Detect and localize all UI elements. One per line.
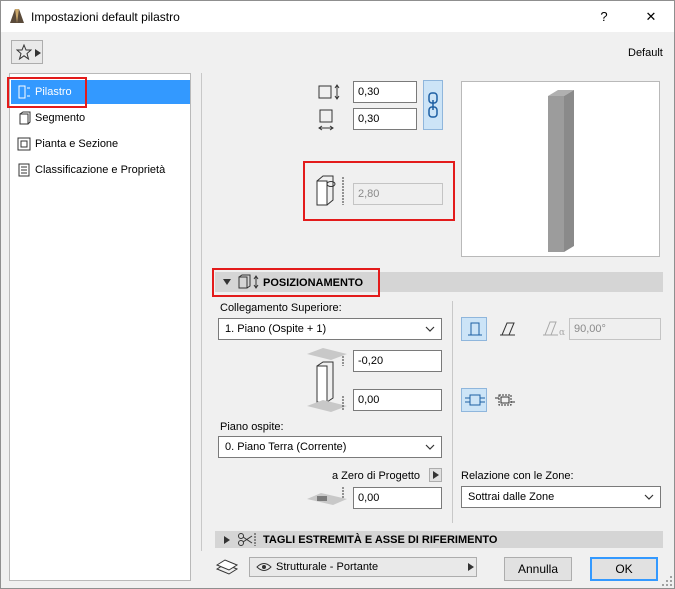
chevron-right-icon xyxy=(468,563,474,571)
project-zero-menu-button[interactable] xyxy=(429,468,442,482)
chevron-right-icon xyxy=(433,471,439,479)
column-preview-image xyxy=(548,90,574,252)
core-only-toggle[interactable] xyxy=(461,388,487,412)
project-zero-label: a Zero di Progetto xyxy=(332,470,421,482)
sidebar-item-label: Segmento xyxy=(35,112,86,124)
sidebar-item-label: Pianta e Sezione xyxy=(35,138,119,150)
segment-icon xyxy=(19,111,31,125)
top-link-value: 1. Piano (Ospite + 1) xyxy=(225,323,327,335)
layer-icon xyxy=(215,559,239,575)
elevation-reference-icon xyxy=(307,487,347,505)
column-depth-field[interactable]: 0,30 xyxy=(353,108,417,130)
slanted-column-icon xyxy=(500,322,515,336)
core-priority-icon xyxy=(465,394,485,406)
straight-column-icon xyxy=(468,322,482,336)
straight-column-toggle[interactable] xyxy=(461,317,487,341)
zone-relation-label: Relazione con le Zone: xyxy=(461,470,574,482)
zone-relation-value: Sottrai dalle Zone xyxy=(468,491,555,503)
veneer-wrap-icon xyxy=(495,394,515,406)
zone-relation-dropdown[interactable]: Sottrai dalle Zone xyxy=(461,486,661,508)
archicad-app-icon xyxy=(10,9,24,23)
column-width-field[interactable]: 0,30 xyxy=(353,81,417,103)
star-icon xyxy=(16,44,32,60)
highlight-box-pilastro xyxy=(7,77,87,108)
window-title: Impostazioni default pilastro xyxy=(31,10,180,24)
veneer-wrap-button[interactable] xyxy=(493,389,517,411)
svg-text:α: α xyxy=(559,328,565,337)
highlight-box-positioning xyxy=(212,268,380,297)
preset-label: Default xyxy=(628,47,663,59)
column-offset-icon xyxy=(307,348,347,412)
plan-section-icon xyxy=(17,137,31,151)
dialog-window: Impostazioni default pilastro ? ✕ Defaul… xyxy=(0,0,675,589)
project-zero-field[interactable]: 0,00 xyxy=(353,487,442,509)
chevron-right-icon xyxy=(224,536,230,544)
home-story-dropdown[interactable]: 0. Piano Terra (Corrente) xyxy=(218,436,442,458)
sidebar-item-label: Classificazione e Proprietà xyxy=(35,164,166,176)
scissors-icon xyxy=(238,533,256,546)
column-divider xyxy=(452,301,453,523)
top-link-dropdown[interactable]: 1. Piano (Ospite + 1) xyxy=(218,318,442,340)
home-story-value: 0. Piano Terra (Corrente) xyxy=(225,441,347,453)
sidebar-item-segmento[interactable]: Segmento xyxy=(11,106,190,130)
cut-section-title: TAGLI ESTREMITÀ E ASSE DI RIFERIMENTO xyxy=(263,534,498,546)
chevron-right-icon xyxy=(35,49,41,57)
sidebar: Pilastro Segmento Pianta e Sezione Class… xyxy=(9,73,191,581)
chevron-down-icon xyxy=(425,326,435,332)
cancel-button[interactable]: Annulla xyxy=(504,557,572,581)
top-link-label: Collegamento Superiore: xyxy=(220,302,342,314)
bottom-offset-field[interactable]: 0,00 xyxy=(353,389,442,411)
title-bar: Impostazioni default pilastro ? ✕ xyxy=(1,1,674,32)
structural-function-value: Strutturale - Portante xyxy=(276,561,379,573)
column-width-icon xyxy=(318,84,340,100)
favorites-button[interactable] xyxy=(11,40,43,64)
column-depth-icon xyxy=(318,109,334,131)
chevron-down-icon xyxy=(425,444,435,450)
panel-divider xyxy=(201,73,202,551)
home-story-label: Piano ospite: xyxy=(220,421,284,433)
close-button[interactable]: ✕ xyxy=(634,1,668,32)
structural-function-button[interactable]: Strutturale - Portante xyxy=(249,557,477,577)
top-offset-field[interactable]: -0,20 xyxy=(353,350,442,372)
slant-angle-icon: α xyxy=(543,321,565,337)
help-button[interactable]: ? xyxy=(587,1,621,32)
sidebar-item-classificazione[interactable]: Classificazione e Proprietà xyxy=(11,158,190,182)
chevron-down-icon xyxy=(644,494,654,500)
chain-link-icon xyxy=(428,92,438,118)
cut-section-header[interactable]: TAGLI ESTREMITÀ E ASSE DI RIFERIMENTO xyxy=(215,531,663,548)
classification-icon xyxy=(18,163,30,177)
resize-grip-icon[interactable] xyxy=(661,575,673,587)
highlight-box-height xyxy=(303,161,455,221)
slant-angle-field[interactable]: 90,00° xyxy=(569,318,661,340)
link-dimensions-toggle[interactable] xyxy=(423,80,443,130)
ok-button[interactable]: OK xyxy=(590,557,658,581)
preview-panel xyxy=(461,81,660,257)
eye-icon xyxy=(256,563,272,571)
slanted-column-button[interactable] xyxy=(495,318,519,340)
sidebar-item-pianta-sezione[interactable]: Pianta e Sezione xyxy=(11,132,190,156)
